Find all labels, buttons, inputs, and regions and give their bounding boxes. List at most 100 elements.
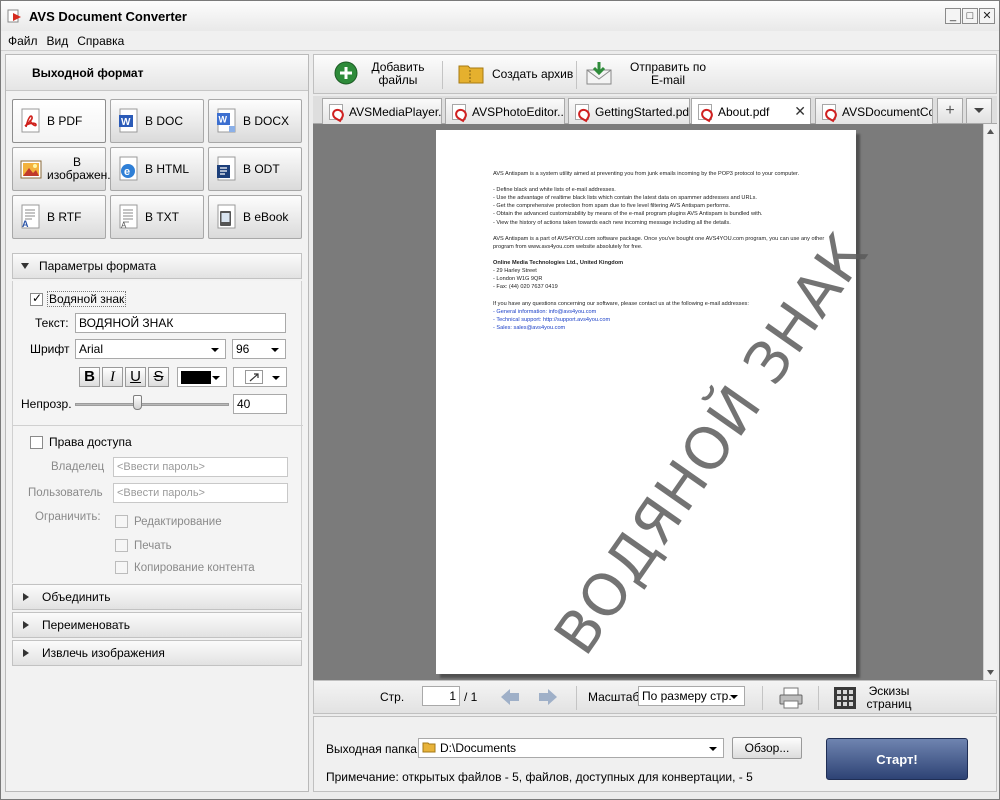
format-ebook-button[interactable]: В eBook — [208, 195, 302, 239]
format-doc-button[interactable]: W В DOC — [110, 99, 204, 143]
nav-separator — [818, 686, 819, 710]
add-files-button[interactable]: Добавить файлы — [334, 59, 426, 89]
menu-bar: Файл Вид Справка — [1, 31, 999, 51]
format-rtf-button[interactable]: A В RTF — [12, 195, 106, 239]
pdf-file-icon — [698, 104, 712, 120]
format-docx-button[interactable]: W В DOCX — [208, 99, 302, 143]
tab-avsphotoeditor[interactable]: AVSPhotoEditor.... — [445, 98, 565, 124]
user-password-input[interactable]: <Ввести пароль> — [113, 483, 288, 503]
opacity-slider-track[interactable] — [75, 403, 229, 406]
format-params-header[interactable]: Параметры формата — [12, 253, 302, 279]
tab-label: About.pdf — [718, 105, 770, 119]
access-rights-checkbox[interactable] — [30, 435, 43, 449]
format-label: В HTML — [145, 161, 190, 176]
format-label: В RTF — [47, 209, 82, 224]
format-odt-button[interactable]: В ODT — [208, 147, 302, 191]
rename-section-header[interactable]: Переименовать — [12, 612, 302, 638]
create-archive-button[interactable]: Создать архив — [458, 59, 573, 89]
browse-button[interactable]: Обзор... — [732, 737, 802, 759]
watermark-checkbox[interactable] — [30, 291, 43, 306]
next-page-button[interactable] — [538, 688, 558, 709]
tab-label: GettingStarted.pdf — [595, 104, 690, 119]
tab-about[interactable]: About.pdf ✕ — [691, 98, 811, 125]
prev-page-button[interactable] — [500, 688, 520, 709]
output-folder-select[interactable]: D:\Documents — [418, 738, 724, 758]
color-picker[interactable] — [177, 367, 227, 387]
format-pdf-button[interactable]: В PDF — [12, 99, 106, 143]
strikethrough-button[interactable]: S — [148, 367, 169, 387]
svg-text:e: e — [124, 166, 130, 178]
restrict-edit-label: Редактирование — [134, 515, 222, 528]
thumbnails-grid-icon — [834, 687, 856, 709]
app-logo-icon — [7, 8, 23, 24]
zoom-select[interactable]: По размеру стр. — [638, 686, 745, 706]
format-params-panel: Водяной знак Текст: ВОДЯНОЙ ЗНАК Шрифт A… — [12, 281, 303, 583]
tabs-menu-button[interactable] — [966, 98, 992, 124]
section-title: Переименовать — [42, 618, 130, 632]
page-nav-bar: Стр. 1 / 1 Масштаб По размеру стр. Эскиз… — [313, 680, 997, 714]
document-tabs: AVSMediaPlayer... AVSPhotoEditor.... Get… — [313, 96, 997, 125]
italic-button[interactable]: I — [102, 367, 123, 387]
extract-images-section-header[interactable]: Извлечь изображения — [12, 640, 302, 666]
start-button[interactable]: Старт! — [826, 738, 968, 780]
font-value: Arial — [79, 342, 104, 356]
doc-bullet: - Define black and white lists of e-mail… — [493, 187, 616, 194]
expanded-arrow-icon — [21, 263, 29, 269]
close-button[interactable]: ✕ — [979, 8, 995, 24]
maximize-button[interactable]: □ — [962, 8, 978, 24]
tab-avsmediaplayer[interactable]: AVSMediaPlayer... — [322, 98, 442, 124]
opacity-slider-thumb[interactable] — [132, 395, 142, 410]
format-txt-button[interactable]: A В TXT — [110, 195, 204, 239]
menu-file[interactable]: Файл — [8, 34, 38, 48]
font-size-select[interactable]: 96 — [232, 339, 286, 359]
doc-bullet: - Use the advantage of realtime black li… — [493, 195, 757, 202]
send-email-button[interactable]: Отправить по E-mail — [586, 59, 712, 89]
merge-section-header[interactable]: Объединить — [12, 584, 302, 610]
owner-password-input[interactable]: <Ввести пароль> — [113, 457, 288, 477]
format-label: В DOC — [145, 113, 184, 128]
section-title: Объединить — [42, 590, 111, 604]
format-grid: В PDF W В DOC W В DOCX В изображен. e В … — [12, 99, 302, 239]
chevron-down-icon — [272, 376, 280, 380]
menu-help[interactable]: Справка — [77, 34, 124, 48]
divider — [13, 425, 303, 426]
doc-company: Online Media Technologies Ltd., United K… — [493, 260, 624, 267]
new-tab-button[interactable]: + — [937, 98, 963, 124]
restrict-label: Ограничить: — [35, 511, 101, 523]
print-button[interactable] — [778, 686, 804, 713]
bold-button[interactable]: B — [79, 367, 100, 387]
owner-label: Владелец — [51, 461, 105, 473]
restrict-print-checkbox[interactable] — [115, 539, 128, 552]
doc-bullet: - Get the comprehensive protection from … — [493, 203, 731, 210]
minimize-button[interactable]: _ — [945, 8, 961, 24]
rotation-select[interactable] — [233, 367, 287, 387]
menu-view[interactable]: Вид — [47, 34, 69, 48]
font-size-value: 96 — [236, 342, 250, 356]
watermark-text-input[interactable]: ВОДЯНОЙ ЗНАК — [75, 313, 286, 333]
format-label: В DOCX — [243, 113, 290, 128]
toolbar-separator — [576, 61, 577, 89]
thumbnails-button[interactable] — [834, 687, 856, 712]
doc-icon: W — [117, 108, 141, 134]
restrict-copy-checkbox[interactable] — [115, 561, 128, 574]
watermark-label: Водяной знак — [47, 291, 127, 307]
page-label: Стр. — [380, 690, 405, 704]
format-image-button[interactable]: В изображен. — [12, 147, 111, 191]
viewer-scrollbar[interactable] — [983, 124, 997, 680]
restrict-print-label: Печать — [134, 539, 172, 552]
page-number-input[interactable]: 1 — [422, 686, 460, 706]
page-total: / 1 — [464, 690, 478, 704]
pdf-icon — [19, 108, 43, 134]
access-rights-label: Права доступа — [49, 435, 132, 449]
document-viewer[interactable]: AVS Antispam is a system utility aimed a… — [313, 124, 983, 680]
tab-avsdocumentconverter[interactable]: AVSDocumentCo... — [815, 98, 933, 124]
format-html-button[interactable]: e В HTML — [110, 147, 204, 191]
font-select[interactable]: Arial — [75, 339, 226, 359]
tab-gettingstarted[interactable]: GettingStarted.pdf — [568, 98, 690, 124]
opacity-input[interactable]: 40 — [233, 394, 287, 414]
pdf-file-icon — [822, 103, 836, 120]
svg-text:A: A — [22, 219, 29, 229]
underline-button[interactable]: U — [125, 367, 146, 387]
close-tab-icon[interactable]: ✕ — [794, 103, 806, 120]
restrict-edit-checkbox[interactable] — [115, 515, 128, 528]
